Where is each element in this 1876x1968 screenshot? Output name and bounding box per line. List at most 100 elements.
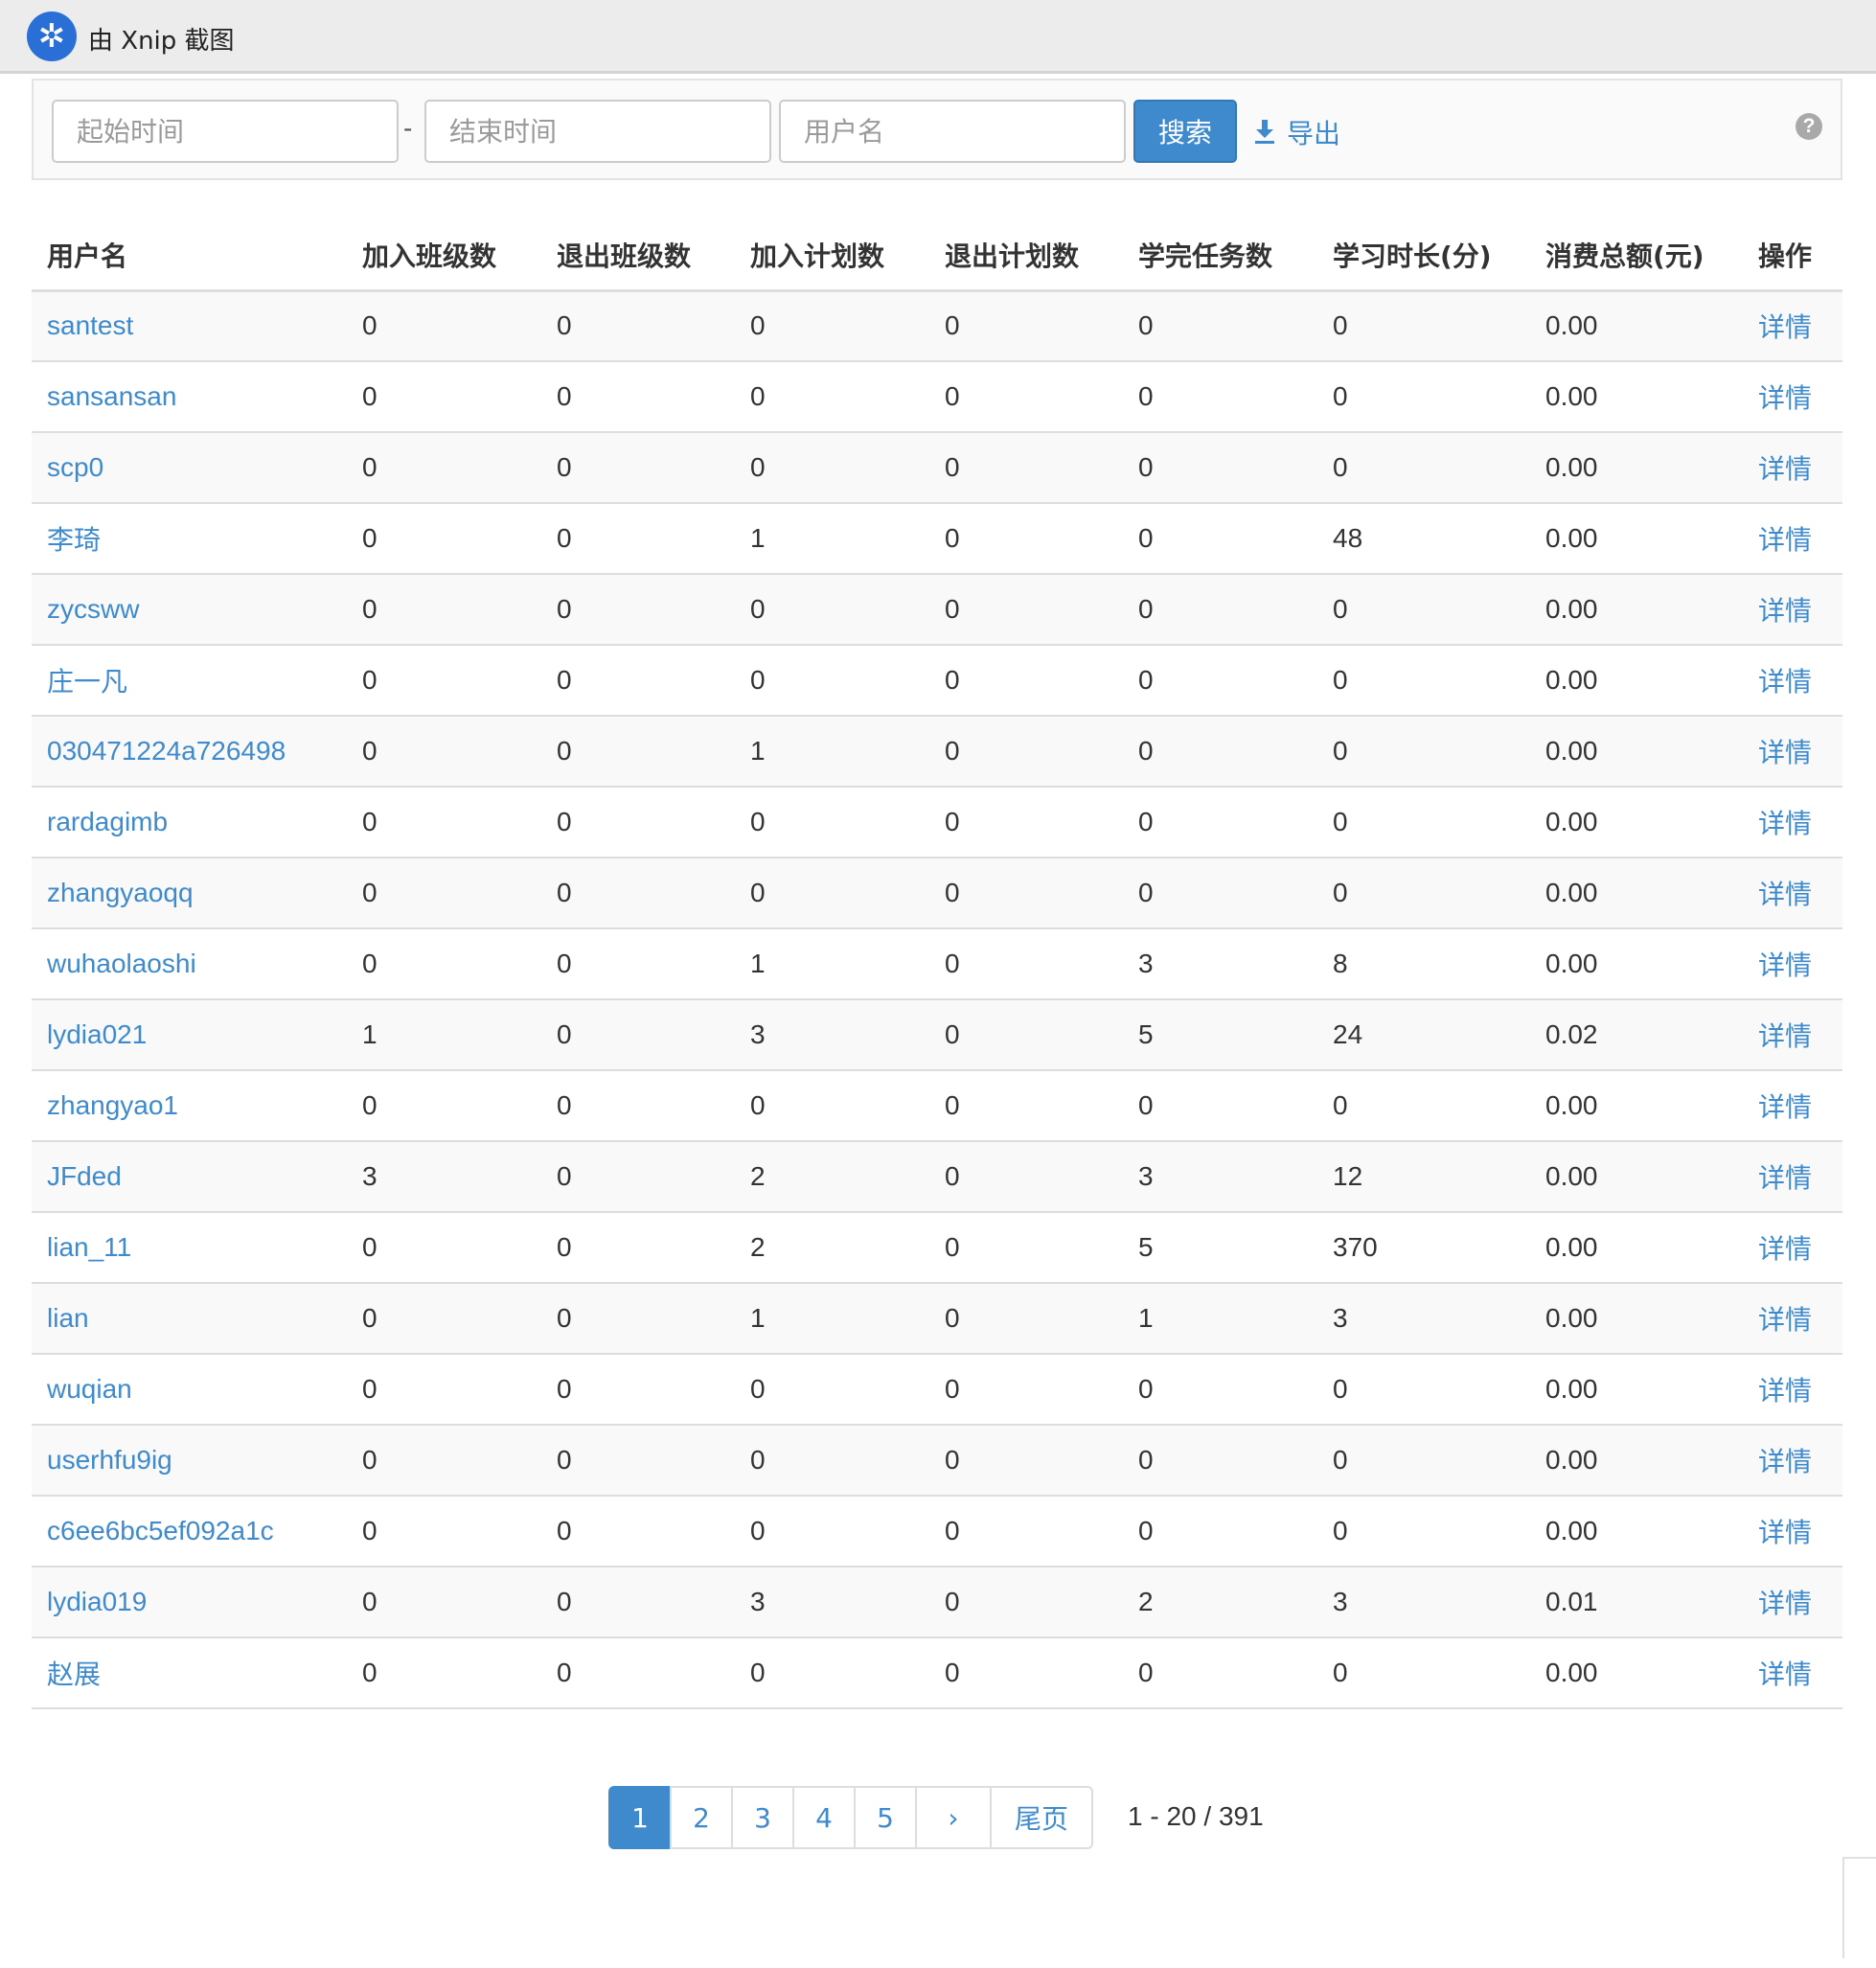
details-link[interactable]: 详情 <box>1758 737 1812 768</box>
filter-toolbar: - 搜索 导出 ? <box>32 79 1842 180</box>
tasks-done-cell: 0 <box>1123 787 1317 858</box>
join-class-cell: 0 <box>347 503 541 575</box>
username-link[interactable]: c6ee6bc5ef092a1c <box>47 1516 274 1545</box>
export-link[interactable]: 导出 <box>1254 113 1340 151</box>
study-minutes-cell: 0 <box>1317 1637 1530 1709</box>
details-link[interactable]: 详情 <box>1758 666 1812 698</box>
details-link[interactable]: 详情 <box>1758 1020 1812 1052</box>
username-link[interactable]: lydia019 <box>47 1587 147 1616</box>
action-cell: 详情 <box>1743 432 1842 504</box>
start-time-input[interactable] <box>52 100 399 163</box>
join-class-cell: 0 <box>347 1070 541 1142</box>
page-3-button[interactable]: 3 <box>731 1786 794 1849</box>
details-link[interactable]: 详情 <box>1758 1517 1812 1548</box>
page-2-button[interactable]: 2 <box>670 1786 733 1849</box>
total-spent-cell: 0.00 <box>1530 716 1743 788</box>
details-link[interactable]: 详情 <box>1758 950 1812 981</box>
username-link[interactable]: wuhaolaoshi <box>47 949 196 978</box>
export-label: 导出 <box>1287 118 1341 149</box>
details-link[interactable]: 详情 <box>1758 1233 1812 1265</box>
username-cell: zhangyaoqq <box>32 858 347 929</box>
details-link[interactable]: 详情 <box>1758 1091 1812 1123</box>
username-link[interactable]: zhangyaoqq <box>47 878 194 907</box>
username-link[interactable]: 030471224a726498 <box>47 736 286 766</box>
table-row: 赵展 0 0 0 0 0 0 0.00 详情 <box>32 1637 1842 1709</box>
username-link[interactable]: scp0 <box>47 452 103 482</box>
join-plan-cell: 0 <box>735 787 929 858</box>
page-4-button[interactable]: 4 <box>792 1786 856 1849</box>
details-link[interactable]: 详情 <box>1758 1588 1812 1619</box>
quit-class-cell: 0 <box>541 361 735 433</box>
table-row: zhangyaoqq 0 0 0 0 0 0 0.00 详情 <box>32 858 1842 929</box>
total-spent-cell: 0.00 <box>1530 361 1743 433</box>
last-page-button[interactable]: 尾页 <box>990 1786 1093 1849</box>
date-range-separator: - <box>403 113 413 143</box>
username-link[interactable]: 庄一凡 <box>47 667 127 697</box>
join-plan-cell: 3 <box>735 999 929 1071</box>
details-link[interactable]: 详情 <box>1758 1659 1812 1690</box>
tasks-done-cell: 0 <box>1123 1496 1317 1568</box>
next-page-button[interactable]: › <box>915 1786 992 1849</box>
details-link[interactable]: 详情 <box>1758 879 1812 910</box>
table-row: lydia021 1 0 3 0 5 24 0.02 详情 <box>32 999 1842 1071</box>
details-link[interactable]: 详情 <box>1758 453 1812 485</box>
details-link[interactable]: 详情 <box>1758 1446 1812 1477</box>
username-link[interactable]: zhangyao1 <box>47 1090 178 1120</box>
username-link[interactable]: sansansan <box>47 381 176 411</box>
join-plan-cell: 0 <box>735 858 929 929</box>
table-row: zhangyao1 0 0 0 0 0 0 0.00 详情 <box>32 1070 1842 1142</box>
username-cell: zhangyao1 <box>32 1070 347 1142</box>
xnip-logo-icon: ✲ <box>27 11 77 61</box>
details-link[interactable]: 详情 <box>1758 524 1812 556</box>
join-plan-cell: 2 <box>735 1141 929 1213</box>
username-link[interactable]: santest <box>47 310 133 340</box>
quit-plan-cell: 0 <box>929 574 1123 646</box>
username-link[interactable]: rardagimb <box>47 807 168 836</box>
username-cell: sansansan <box>32 361 347 433</box>
total-spent-cell: 0.02 <box>1530 999 1743 1071</box>
username-link[interactable]: JFded <box>47 1161 122 1191</box>
username-link[interactable]: userhfu9ig <box>47 1445 172 1475</box>
quit-plan-cell: 0 <box>929 999 1123 1071</box>
quit-plan-cell: 0 <box>929 1496 1123 1568</box>
username-link[interactable]: wuqian <box>47 1374 132 1404</box>
page-1-button[interactable]: 1 <box>608 1786 672 1849</box>
quit-class-cell: 0 <box>541 999 735 1071</box>
tasks-done-cell: 0 <box>1123 1425 1317 1497</box>
details-link[interactable]: 详情 <box>1758 1375 1812 1407</box>
question-circle-icon[interactable]: ? <box>1796 113 1822 140</box>
end-time-input[interactable] <box>424 100 771 163</box>
username-link[interactable]: lian_11 <box>47 1232 131 1262</box>
username-cell: lydia019 <box>32 1567 347 1638</box>
join-class-cell: 0 <box>347 290 541 362</box>
details-link[interactable]: 详情 <box>1758 311 1812 343</box>
search-button[interactable]: 搜索 <box>1133 100 1237 163</box>
study-minutes-cell: 0 <box>1317 858 1530 929</box>
username-link[interactable]: lydia021 <box>47 1019 147 1049</box>
username-input[interactable] <box>779 100 1126 163</box>
join-class-cell: 3 <box>347 1141 541 1213</box>
details-link[interactable]: 详情 <box>1758 1162 1812 1194</box>
action-cell: 详情 <box>1743 503 1842 575</box>
quit-plan-cell: 0 <box>929 1212 1123 1284</box>
details-link[interactable]: 详情 <box>1758 382 1812 414</box>
action-cell: 详情 <box>1743 645 1842 717</box>
username-link[interactable]: 李琦 <box>47 525 101 555</box>
username-cell: lydia021 <box>32 999 347 1071</box>
join-plan-cell: 0 <box>735 1354 929 1426</box>
tasks-done-cell: 0 <box>1123 432 1317 504</box>
username-link[interactable]: 赵展 <box>47 1659 101 1689</box>
join-class-cell: 0 <box>347 1637 541 1709</box>
study-minutes-cell: 0 <box>1317 574 1530 646</box>
tasks-done-cell: 0 <box>1123 1354 1317 1426</box>
join-plan-cell: 0 <box>735 1070 929 1142</box>
join-plan-cell: 3 <box>735 1567 929 1638</box>
table-row: wuhaolaoshi 0 0 1 0 3 8 0.00 详情 <box>32 928 1842 1000</box>
username-link[interactable]: lian <box>47 1303 89 1333</box>
details-link[interactable]: 详情 <box>1758 1304 1812 1336</box>
total-spent-cell: 0.00 <box>1530 1212 1743 1284</box>
page-5-button[interactable]: 5 <box>854 1786 917 1849</box>
details-link[interactable]: 详情 <box>1758 595 1812 627</box>
details-link[interactable]: 详情 <box>1758 808 1812 839</box>
username-link[interactable]: zycsww <box>47 594 139 624</box>
